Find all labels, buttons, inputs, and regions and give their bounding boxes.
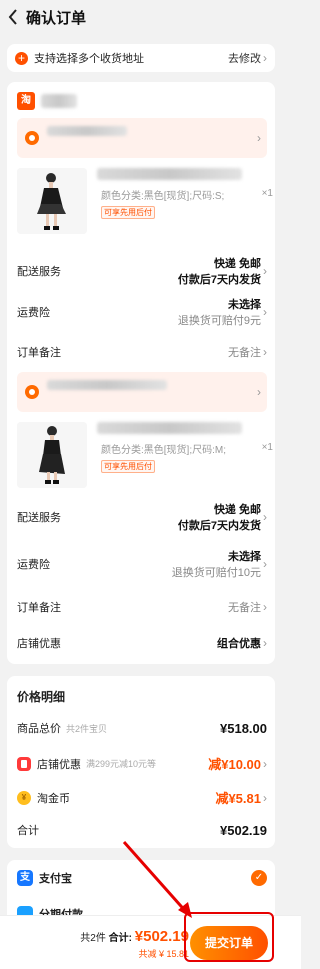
insurance-label: 运费险 — [17, 559, 50, 571]
chevron-right-icon: › — [263, 600, 267, 614]
product-title-redacted — [97, 422, 242, 434]
goods-count: 共2件宝贝 — [66, 723, 108, 734]
alipay-icon: 支 — [17, 870, 33, 886]
promo-value: 组合优惠 — [217, 638, 261, 650]
taojinbi-label: 淘金币 — [37, 792, 70, 805]
store-promo-row[interactable]: 店铺优惠 组合优惠 › — [17, 635, 267, 651]
sum-value: ¥502.19 — [220, 822, 267, 838]
location-pin-icon — [25, 131, 39, 145]
chevron-right-icon: › — [263, 345, 267, 359]
delivery-method: 快递 免邮 — [213, 258, 261, 270]
insurance-status: 未选择 — [228, 299, 261, 311]
sum-label: 合计 — [17, 825, 39, 837]
delivery-row-2[interactable]: 配送服务 快递 免邮 付款后7天内发货 › — [17, 501, 267, 533]
alipay-label: 支付宝 — [39, 873, 72, 885]
multi-address-tip[interactable]: + 支持选择多个收货地址 去修改 › — [7, 44, 275, 72]
insurance-row-2[interactable]: 运费险 未选择 退换货可赔付10元 › — [17, 548, 267, 580]
store-header: 淘 — [17, 92, 77, 110]
taojinbi-row[interactable]: ¥ 淘金币 减¥5.81 › — [17, 788, 267, 807]
chevron-right-icon: › — [263, 264, 267, 278]
chevron-right-icon: › — [263, 636, 267, 650]
checkmark-icon[interactable]: ✓ — [251, 870, 267, 886]
edit-address-link[interactable]: 去修改 — [228, 50, 261, 66]
delivery-row-1[interactable]: 配送服务 快递 免邮 付款后7天内发货 › — [17, 255, 267, 287]
total-discount: 共减 ¥ 15.81 — [138, 949, 189, 959]
goods-total-row: 商品总价 共2件宝贝 ¥518.00 — [17, 720, 267, 736]
delivery-time: 付款后7天内发货 — [177, 274, 261, 286]
location-pin-icon — [25, 385, 39, 399]
product-item-2[interactable]: 颜色分类:黑色[现货];尺码:M; 可享先用后付 ×1 — [17, 422, 275, 488]
address-tip-text: 支持选择多个收货地址 — [34, 53, 144, 65]
insurance-status: 未选择 — [228, 551, 261, 563]
store-name-redacted — [41, 94, 77, 108]
pay-later-badge: 可享先用后付 — [101, 206, 155, 219]
back-icon[interactable] — [0, 9, 26, 25]
taojinbi-value: 减¥5.81 — [215, 791, 261, 806]
chevron-right-icon: › — [263, 510, 267, 524]
product-image — [17, 168, 87, 234]
chevron-right-icon: › — [263, 756, 267, 771]
product-quantity: ×1 — [261, 188, 273, 199]
pay-later-badge: 可享先用后付 — [101, 460, 155, 473]
address-redacted — [47, 380, 167, 390]
goods-total-value: ¥518.00 — [220, 720, 267, 736]
delivery-label: 配送服务 — [17, 266, 61, 278]
address-selector-2[interactable]: › — [17, 372, 267, 412]
chevron-right-icon: › — [257, 131, 261, 145]
chevron-right-icon: › — [263, 51, 267, 65]
header-bar: 确认订单 — [0, 0, 301, 34]
product-quantity: ×1 — [261, 442, 273, 453]
delivery-method: 快递 免邮 — [213, 504, 261, 516]
coupon-icon — [17, 756, 31, 771]
product-item-1[interactable]: 颜色分类:黑色[现货];尺码:S; 可享先用后付 ×1 — [17, 168, 275, 234]
address-redacted — [47, 126, 127, 136]
order-note-row-1[interactable]: 订单备注 无备注 › — [17, 344, 267, 360]
product-image — [17, 422, 87, 488]
insurance-row-1[interactable]: 运费险 未选择 退换货可赔付9元 › — [17, 296, 267, 328]
delivery-label: 配送服务 — [17, 512, 61, 524]
promo-label: 店铺优惠 — [17, 638, 61, 650]
product-spec: 颜色分类:黑色[现货];尺码:M; — [101, 445, 226, 456]
note-value: 无备注 — [228, 602, 261, 614]
sum-row: 合计 ¥502.19 — [17, 822, 267, 838]
bottom-bar: 共2件 合计: ¥502.19 共减 ¥ 15.81 提交订单 — [0, 915, 301, 969]
order-note-row-2[interactable]: 订单备注 无备注 › — [17, 599, 267, 615]
product-title-redacted — [97, 168, 242, 180]
order-summary: 共2件 合计: ¥502.19 共减 ¥ 15.81 — [80, 928, 189, 960]
product-spec: 颜色分类:黑色[现货];尺码:S; — [101, 191, 225, 202]
alipay-option[interactable]: 支 支付宝 ✓ — [17, 870, 267, 886]
bottom-total: ¥502.19 — [134, 928, 189, 945]
chevron-right-icon: › — [257, 385, 261, 399]
chevron-right-icon: › — [263, 305, 267, 319]
goods-total-label: 商品总价 — [17, 723, 61, 735]
address-selector-1[interactable]: › — [17, 118, 267, 158]
note-label: 订单备注 — [17, 602, 61, 614]
chevron-right-icon: › — [263, 790, 267, 805]
note-label: 订单备注 — [17, 347, 61, 359]
sum-prefix: 合计: — [108, 933, 132, 944]
note-value: 无备注 — [228, 347, 261, 359]
delivery-time: 付款后7天内发货 — [177, 520, 261, 532]
store-card: 淘 › 颜色分类:黑色[现货];尺码:S; 可享先用后付 ×1 配送服务 快递 … — [7, 82, 275, 664]
store-discount-rule: 满299元减10元等 — [86, 759, 157, 769]
price-detail-title: 价格明细 — [17, 690, 66, 704]
insurance-label: 运费险 — [17, 307, 50, 319]
page-title: 确认订单 — [26, 9, 87, 27]
plus-icon: + — [15, 51, 28, 65]
store-discount-value: 减¥10.00 — [208, 757, 261, 772]
item-count: 共2件 — [80, 933, 106, 944]
price-detail-card: 价格明细 商品总价 共2件宝贝 ¥518.00 店铺优惠 满299元减10元等 … — [7, 676, 275, 848]
store-discount-label: 店铺优惠 — [37, 758, 81, 771]
insurance-detail: 退换货可赔付9元 — [177, 315, 261, 327]
submit-order-button[interactable]: 提交订单 — [190, 926, 268, 960]
store-discount-row[interactable]: 店铺优惠 满299元减10元等 减¥10.00 › — [17, 754, 267, 773]
coin-icon: ¥ — [17, 790, 31, 805]
taobao-logo: 淘 — [17, 92, 35, 110]
chevron-right-icon: › — [263, 557, 267, 571]
insurance-detail: 退换货可赔付10元 — [171, 567, 261, 579]
